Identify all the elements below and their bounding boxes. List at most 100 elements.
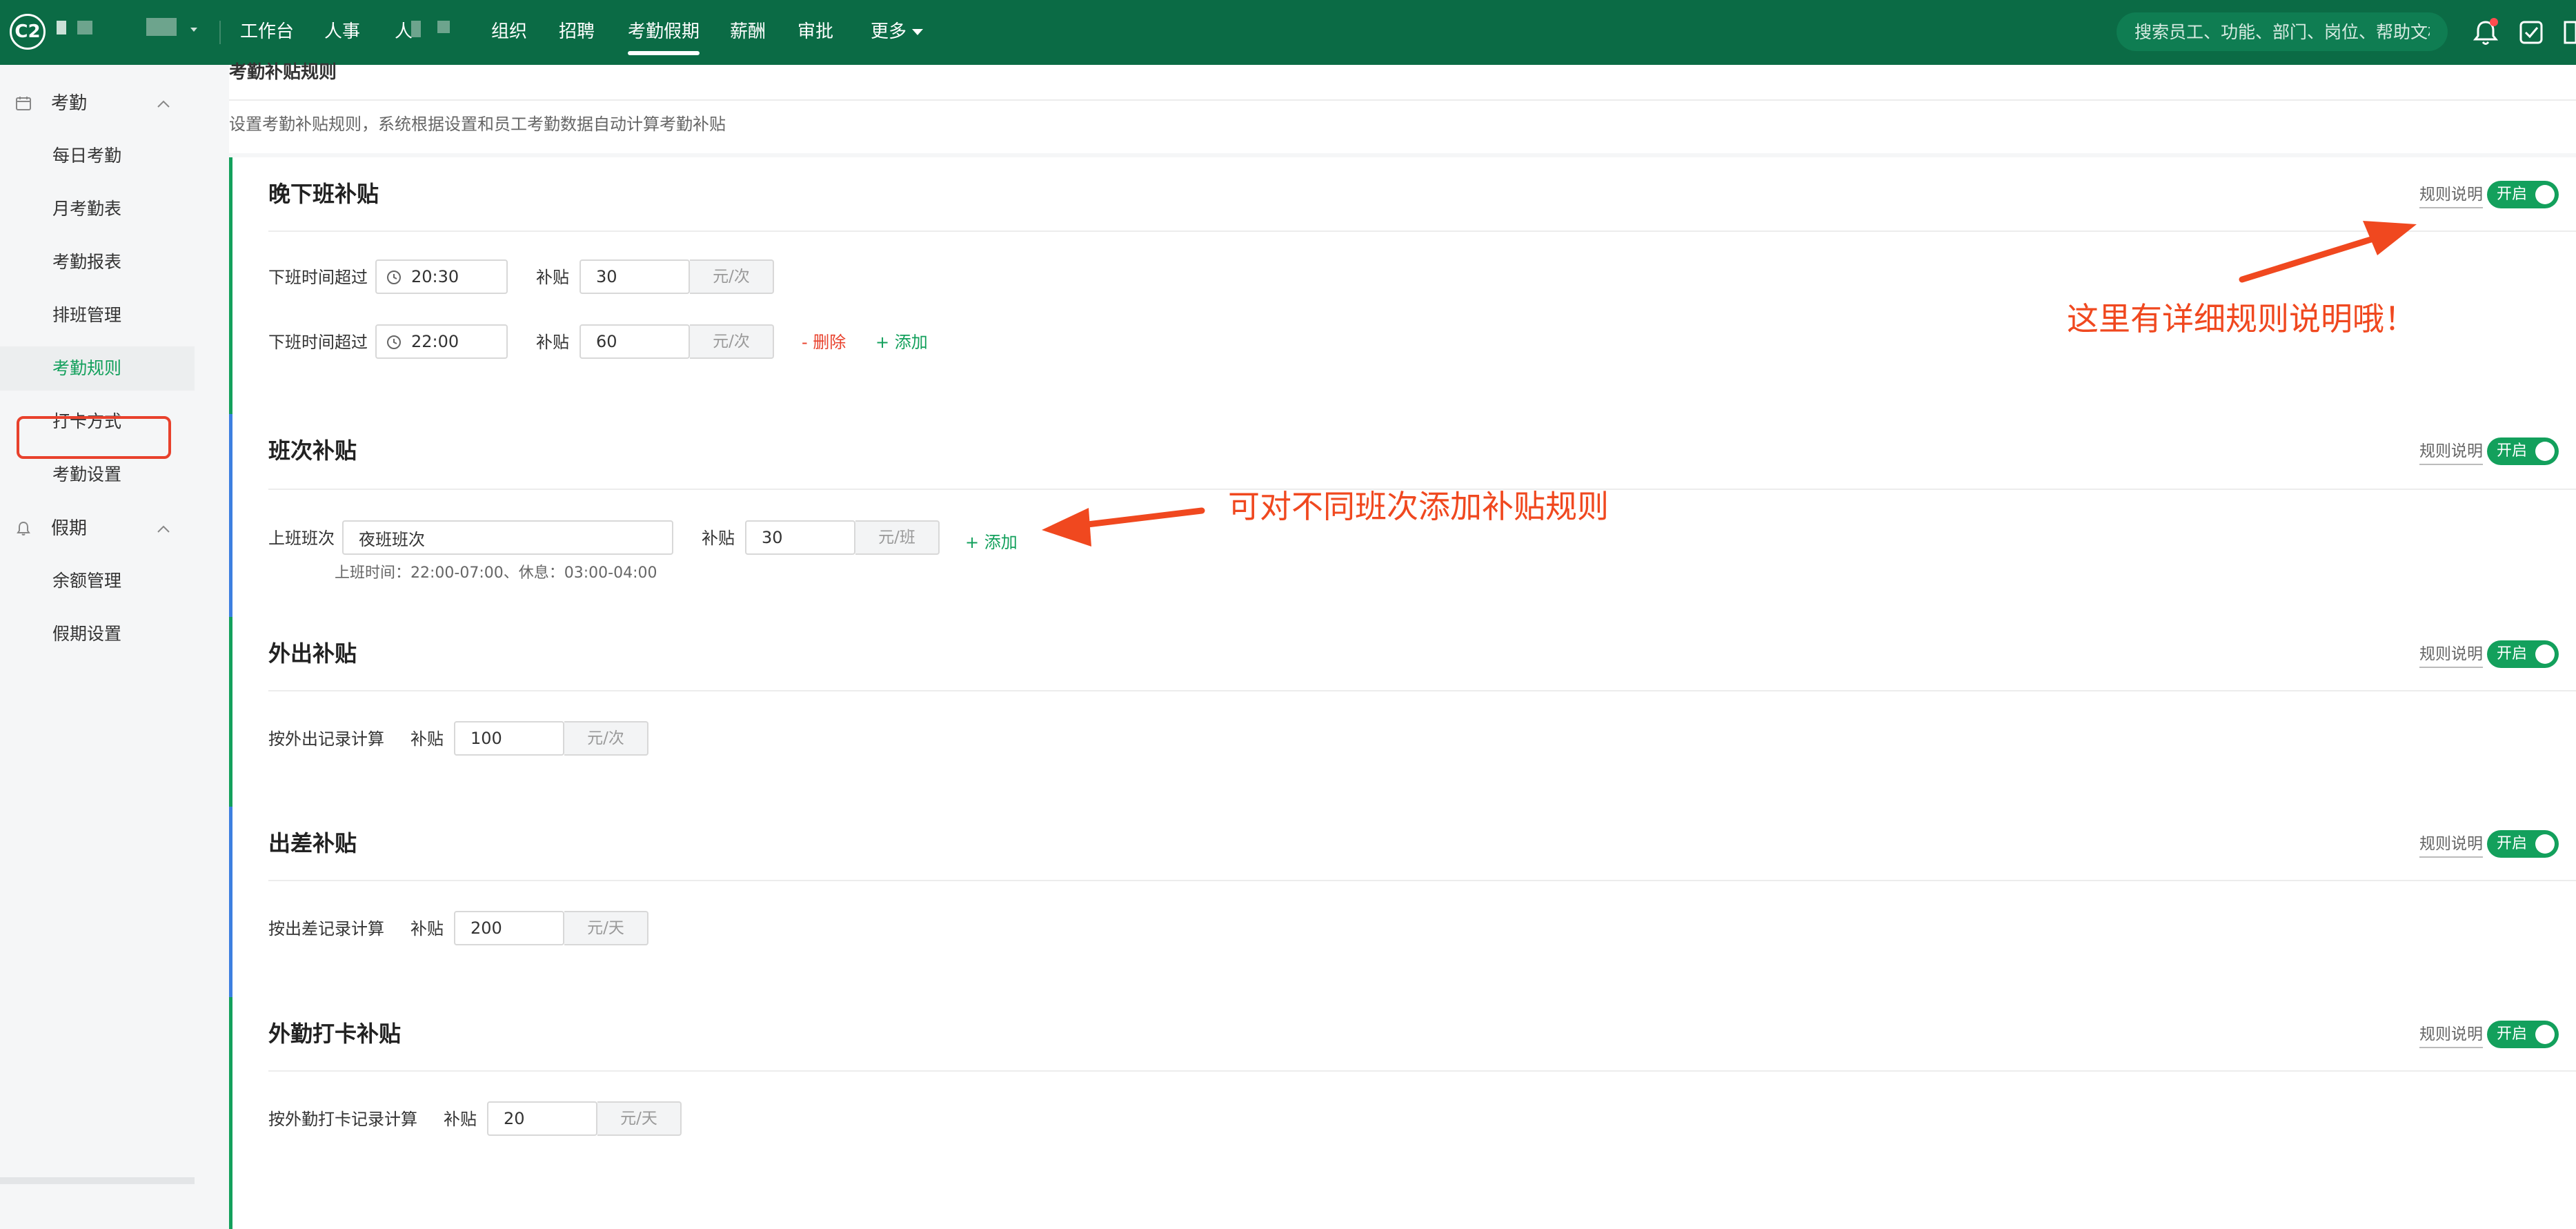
bell-icon bbox=[17, 521, 30, 535]
page-title: 考勤补贴规则 bbox=[229, 62, 337, 83]
page-description: 设置考勤补贴规则，系统根据设置和员工考勤数据自动计算考勤补贴 bbox=[229, 115, 726, 134]
amount-input[interactable] bbox=[581, 326, 688, 357]
sidebar-item-label: 考勤报表 bbox=[52, 252, 122, 272]
rule-explanation-link[interactable]: 规则说明 bbox=[2419, 1022, 2483, 1048]
search-input[interactable] bbox=[2117, 12, 2448, 51]
toggle-label: 开启 bbox=[2497, 835, 2528, 852]
global-search[interactable] bbox=[2117, 12, 2448, 51]
sidebar-item-daily-attendance[interactable]: 每日考勤 bbox=[0, 134, 195, 178]
sidebar: 考勤 每日考勤 月考勤表 考勤报表 排班管理 考勤规则 打卡方式 考勤设置 假期… bbox=[0, 65, 195, 1184]
nav-organization[interactable]: 组织 bbox=[491, 18, 527, 46]
enable-toggle[interactable]: 开启 bbox=[2487, 1021, 2559, 1048]
sidebar-item-balance-management[interactable]: 余额管理 bbox=[0, 559, 195, 603]
nav-people[interactable]: 人 bbox=[395, 18, 413, 46]
nav-recruitment[interactable]: 招聘 bbox=[559, 18, 595, 46]
chevron-up-icon bbox=[157, 525, 170, 533]
toggle-label: 开启 bbox=[2497, 645, 2528, 662]
rule-explanation-link[interactable]: 规则说明 bbox=[2419, 439, 2483, 465]
time-picker[interactable] bbox=[375, 324, 508, 359]
toggle-knob bbox=[2535, 442, 2555, 461]
sidebar-footer-strip bbox=[0, 1177, 195, 1184]
time-picker[interactable] bbox=[375, 259, 508, 294]
shift-input[interactable] bbox=[344, 522, 672, 553]
shift-time-hint: 上班时间：22:00-07:00、休息：03:00-04:00 bbox=[335, 564, 657, 582]
clock-icon bbox=[387, 335, 401, 349]
sidebar-item-leave-settings[interactable]: 假期设置 bbox=[0, 612, 195, 656]
card-field-punch-subsidy: 外勤打卡补贴 规则说明 开启 按外勤打卡记录计算 补贴 元/天 bbox=[229, 997, 2576, 1229]
nav-more[interactable]: 更多 bbox=[871, 18, 924, 46]
sidebar-group-attendance[interactable]: 考勤 bbox=[0, 83, 195, 124]
nav-hr[interactable]: 人事 bbox=[324, 18, 360, 46]
nav-attendance-leave[interactable]: 考勤假期 bbox=[628, 18, 700, 55]
card-title: 外出补贴 bbox=[268, 640, 357, 667]
unit-addon: 元/次 bbox=[690, 324, 774, 359]
sidebar-group-label: 假期 bbox=[51, 518, 88, 539]
toggle-label: 开启 bbox=[2497, 186, 2528, 203]
sidebar-item-label: 排班管理 bbox=[52, 305, 122, 325]
amount-input[interactable] bbox=[455, 912, 563, 944]
sidebar-item-label: 考勤规则 bbox=[52, 358, 122, 378]
nav-salary[interactable]: 薪酬 bbox=[730, 18, 766, 46]
task-check-icon[interactable] bbox=[2515, 17, 2547, 48]
sidebar-item-attendance-settings[interactable]: 考勤设置 bbox=[0, 453, 195, 497]
enable-toggle[interactable]: 开启 bbox=[2487, 181, 2559, 208]
row-label: 按外勤打卡记录计算 bbox=[268, 1110, 417, 1129]
nav-workbench[interactable]: 工作台 bbox=[240, 18, 294, 46]
rule-explanation-link[interactable]: 规则说明 bbox=[2419, 642, 2483, 668]
amount-field[interactable] bbox=[454, 911, 564, 945]
company-logo[interactable]: C2 bbox=[10, 14, 46, 50]
sidebar-item-label: 月考勤表 bbox=[52, 199, 122, 219]
nav-approval[interactable]: 审批 bbox=[797, 18, 833, 46]
rule-explanation-link[interactable]: 规则说明 bbox=[2419, 832, 2483, 858]
toggle-label: 开启 bbox=[2497, 442, 2528, 460]
amount-input[interactable] bbox=[455, 722, 563, 754]
enable-toggle[interactable]: 开启 bbox=[2487, 640, 2559, 668]
rule-explanation-link[interactable]: 规则说明 bbox=[2419, 182, 2483, 208]
row-label: 上班班次 bbox=[268, 529, 335, 548]
add-row-button[interactable]: + 添加 bbox=[965, 529, 1018, 556]
divider bbox=[268, 690, 2576, 691]
unit-addon: 元/次 bbox=[564, 721, 648, 756]
company-name-blur bbox=[77, 21, 92, 35]
amount-input[interactable] bbox=[488, 1103, 596, 1134]
card-title: 外勤打卡补贴 bbox=[268, 1021, 402, 1047]
org-switch-blur[interactable] bbox=[146, 18, 177, 36]
sidebar-item-attendance-report[interactable]: 考勤报表 bbox=[0, 240, 195, 284]
toggle-knob bbox=[2535, 645, 2555, 664]
amount-field[interactable] bbox=[579, 324, 690, 359]
sidebar-item-label: 假期设置 bbox=[52, 624, 122, 644]
panel-icon[interactable] bbox=[2564, 17, 2576, 48]
divider bbox=[268, 1070, 2576, 1072]
row-label: 按外出记录计算 bbox=[268, 729, 384, 749]
sidebar-item-schedule-management[interactable]: 排班管理 bbox=[0, 293, 195, 337]
amount-field[interactable] bbox=[579, 259, 690, 294]
sidebar-item-attendance-rules[interactable]: 考勤规则 bbox=[0, 346, 195, 391]
enable-toggle[interactable]: 开启 bbox=[2487, 830, 2559, 858]
sidebar-item-label: 余额管理 bbox=[52, 571, 122, 591]
enable-toggle[interactable]: 开启 bbox=[2487, 437, 2559, 465]
delete-row-button[interactable]: - 删除 bbox=[802, 328, 846, 356]
amount-input[interactable] bbox=[746, 522, 854, 553]
annotation-shift-note: 可对不同班次添加补贴规则 bbox=[1228, 488, 1609, 525]
amount-field[interactable] bbox=[454, 721, 564, 756]
nav-more-label: 更多 bbox=[871, 21, 907, 42]
notification-bell-icon[interactable] bbox=[2470, 17, 2501, 48]
toggle-knob bbox=[2535, 834, 2555, 854]
row-label: 下班时间超过 bbox=[268, 333, 368, 352]
sidebar-item-monthly-sheet[interactable]: 月考勤表 bbox=[0, 187, 195, 231]
subsidy-label: 补贴 bbox=[444, 1110, 477, 1129]
calendar-icon bbox=[16, 97, 31, 110]
shift-selector[interactable] bbox=[342, 520, 673, 555]
nav-blur bbox=[411, 21, 421, 37]
amount-field[interactable] bbox=[745, 520, 855, 555]
toggle-knob bbox=[2535, 185, 2555, 204]
highlight-box bbox=[17, 416, 171, 459]
amount-field[interactable] bbox=[487, 1101, 597, 1136]
sidebar-group-leave[interactable]: 假期 bbox=[0, 508, 195, 549]
add-row-button[interactable]: + 添加 bbox=[875, 328, 928, 356]
amount-input[interactable] bbox=[581, 261, 688, 293]
chevron-down-icon[interactable] bbox=[190, 28, 197, 32]
chevron-down-icon bbox=[912, 29, 924, 35]
main-content: 考勤补贴规则 设置考勤补贴规则，系统根据设置和员工考勤数据自动计算考勤补贴 晚下… bbox=[195, 62, 2576, 1229]
nav-divider bbox=[219, 21, 221, 44]
